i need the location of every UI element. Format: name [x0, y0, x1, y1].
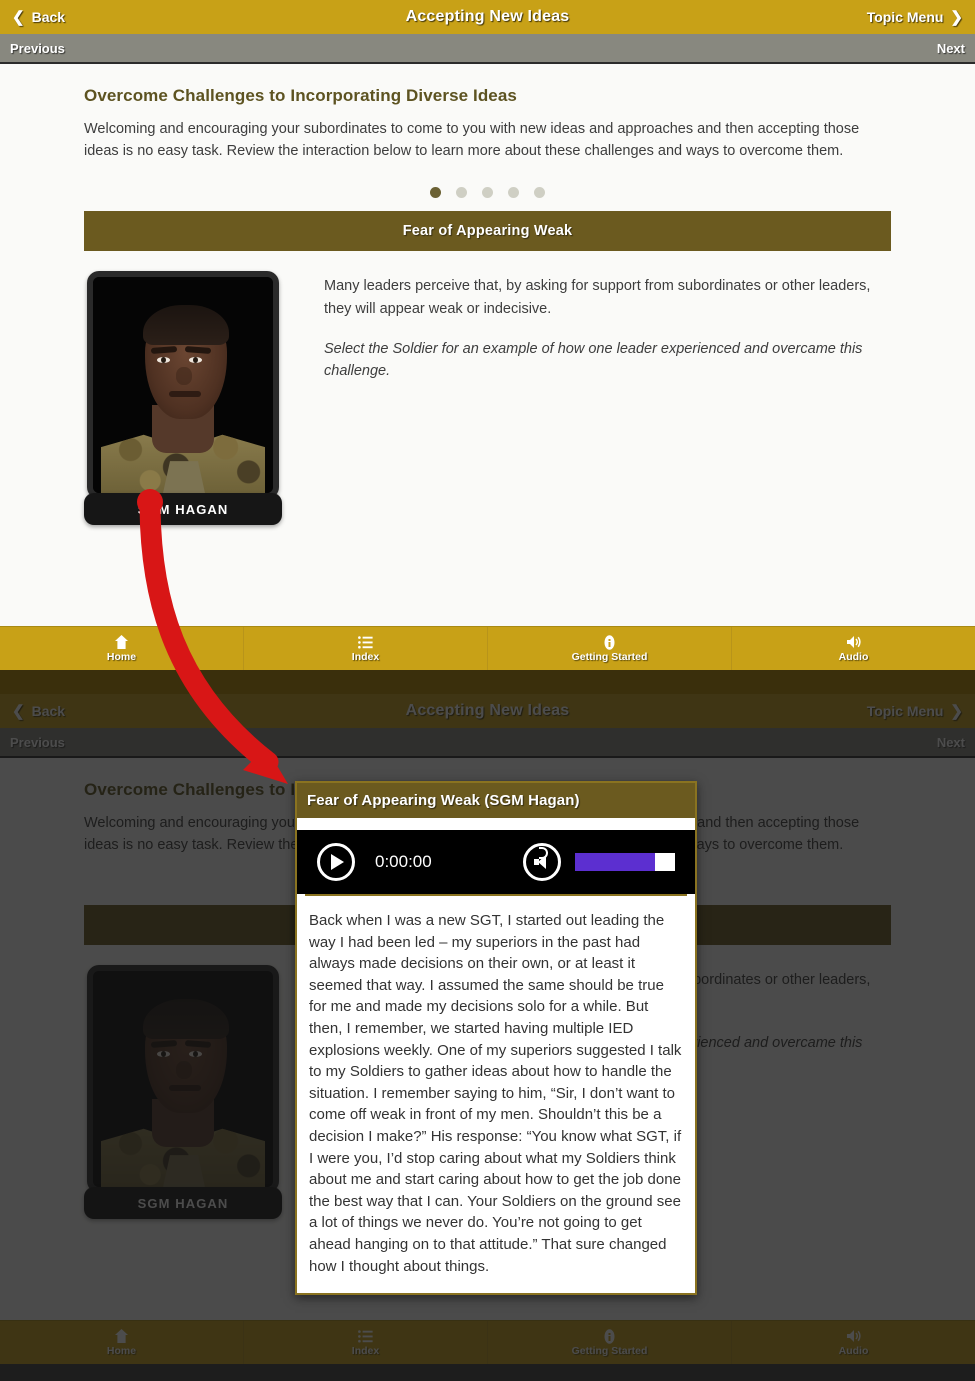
toolbar-label-audio-after: Audio	[838, 1344, 869, 1357]
accordion-text: Many leaders perceive that, by asking fo…	[324, 271, 891, 525]
topic-menu-label-after: Topic Menu	[866, 703, 944, 719]
list-icon	[358, 1329, 373, 1344]
play-icon[interactable]	[317, 843, 355, 881]
audio-icon	[846, 1329, 861, 1344]
top-navigation-bar: ❮ Back Accepting New Ideas Topic Menu ❯	[0, 0, 975, 34]
audio-player: 0:00:00	[297, 830, 695, 894]
speaker-icon[interactable]	[523, 843, 561, 881]
accordion-body: SGM HAGAN Many leaders perceive that, by…	[84, 251, 891, 526]
back-label: Back	[31, 9, 66, 25]
chevron-left-icon: ❮	[12, 702, 25, 720]
chevron-left-icon: ❮	[12, 8, 25, 26]
back-button-after[interactable]: ❮ Back	[12, 703, 65, 719]
soldier-portrait-frame	[87, 271, 279, 500]
soldier-card-after[interactable]: SGM HAGAN	[84, 965, 282, 1220]
volume-slider[interactable]	[575, 853, 675, 871]
course-panel-before: ❮ Back Accepting New Ideas Topic Menu ❯ …	[0, 0, 975, 694]
pagination-dot-3[interactable]	[482, 187, 493, 199]
toolbar-item-getting-started[interactable]: Getting Started	[488, 627, 732, 670]
soldier-portrait-image	[93, 277, 273, 494]
soldier-nameplate-after: SGM HAGAN	[84, 1187, 282, 1220]
toolbar-label-audio: Audio	[838, 650, 869, 663]
next-button-after[interactable]: Next	[937, 735, 965, 750]
soldier-portrait-frame-after	[87, 965, 279, 1194]
pagination-dot-2[interactable]	[456, 187, 467, 199]
toolbar-item-home[interactable]: Home	[0, 627, 244, 670]
pagination-dot-5[interactable]	[534, 187, 545, 199]
back-button[interactable]: ❮ Back	[12, 9, 65, 25]
toolbar-item-getting-started-after[interactable]: Getting Started	[488, 1321, 732, 1364]
volume-slider-fill	[575, 853, 655, 871]
topic-menu-button-after[interactable]: Topic Menu ❯	[867, 703, 963, 719]
previous-button[interactable]: Previous	[10, 41, 65, 56]
audio-timecode: 0:00:00	[375, 852, 432, 871]
topic-menu-label: Topic Menu	[866, 9, 944, 25]
modal-title: Fear of Appearing Weak (SGM Hagan)	[297, 783, 695, 818]
chevron-right-icon: ❯	[950, 8, 963, 26]
bottom-toolbar-after: Home Index Getting Started Audio	[0, 1320, 975, 1364]
toolbar-label-index: Index	[351, 650, 380, 663]
previous-button-after[interactable]: Previous	[10, 735, 65, 750]
toolbar-label-home: Home	[106, 650, 137, 663]
audio-icon	[846, 635, 861, 650]
accordion-paragraph: Many leaders perceive that, by asking fo…	[324, 278, 871, 317]
audio-transcript-modal: Fear of Appearing Weak (SGM Hagan) 0:00:…	[295, 781, 697, 1296]
toolbar-item-index-after[interactable]: Index	[244, 1321, 488, 1364]
home-icon	[114, 1329, 129, 1344]
next-button[interactable]: Next	[937, 41, 965, 56]
accordion-banner[interactable]: Fear of Appearing Weak	[84, 211, 891, 252]
pagination-dot-1[interactable]	[430, 187, 441, 199]
toolbar-item-audio-after[interactable]: Audio	[732, 1321, 975, 1364]
page-title: Accepting New Ideas	[405, 8, 570, 25]
chevron-right-icon: ❯	[950, 702, 963, 720]
toolbar-label-home-after: Home	[106, 1344, 137, 1357]
screenshot-stage: ❮ Back Accepting New Ideas Topic Menu ❯ …	[0, 0, 975, 1381]
info-icon	[604, 634, 615, 650]
modal-title-spacer	[297, 818, 695, 830]
info-icon	[604, 1328, 615, 1344]
accordion-instruction: Select the Soldier for an example of how…	[324, 341, 863, 380]
section-intro: Welcoming and encouraging your subordina…	[84, 121, 860, 160]
toolbar-footer-strip	[0, 670, 975, 694]
topic-menu-button[interactable]: Topic Menu ❯	[867, 9, 963, 25]
back-label-after: Back	[31, 703, 66, 719]
soldier-portrait-image-after	[93, 971, 273, 1188]
home-icon	[114, 635, 129, 650]
toolbar-item-audio[interactable]: Audio	[732, 627, 975, 670]
section-heading: Overcome Challenges to Incorporating Div…	[84, 86, 517, 105]
bottom-toolbar: Home Index Getting Started Audio	[0, 626, 975, 670]
soldier-card[interactable]: SGM HAGAN	[84, 271, 282, 526]
page-title-after: Accepting New Ideas	[405, 702, 570, 719]
toolbar-item-home-after[interactable]: Home	[0, 1321, 244, 1364]
list-icon	[358, 635, 373, 650]
prev-next-bar-after: Previous Next	[0, 728, 975, 758]
prev-next-bar: Previous Next	[0, 34, 975, 64]
soldier-nameplate: SGM HAGAN	[84, 493, 282, 526]
top-navigation-bar-after: ❮ Back Accepting New Ideas Topic Menu ❯	[0, 694, 975, 728]
modal-transcript: Back when I was a new SGT, I started out…	[309, 912, 682, 1275]
toolbar-label-index-after: Index	[351, 1344, 380, 1357]
toolbar-label-getting-started-after: Getting Started	[571, 1344, 648, 1357]
carousel-pagination	[84, 187, 891, 199]
main-content: Overcome Challenges to Incorporating Div…	[0, 64, 975, 626]
pagination-dot-4[interactable]	[508, 187, 519, 199]
toolbar-item-index[interactable]: Index	[244, 627, 488, 670]
toolbar-label-getting-started: Getting Started	[571, 650, 648, 663]
